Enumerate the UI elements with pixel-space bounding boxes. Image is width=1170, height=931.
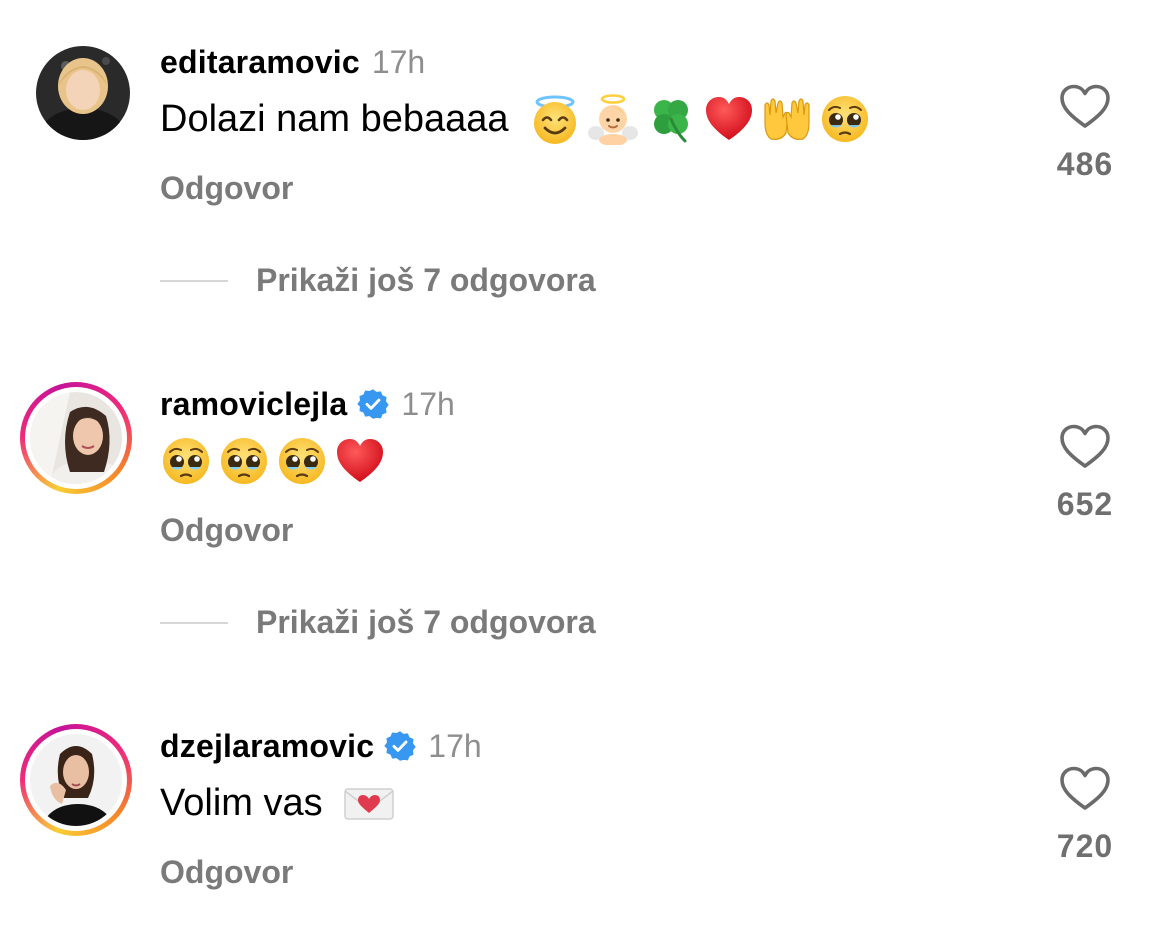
- username[interactable]: editaramovic: [160, 44, 360, 81]
- red-heart-icon: [334, 435, 386, 487]
- like-count: 652: [1056, 486, 1114, 522]
- avatar-image: [30, 392, 122, 484]
- pleading-face-icon: [819, 93, 871, 145]
- timestamp: 17h: [428, 727, 482, 764]
- four-leaf-clover-icon: [645, 93, 697, 145]
- username[interactable]: ramoviclejla: [160, 386, 347, 423]
- comment-text: Volim vas: [160, 778, 395, 828]
- verified-badge-icon: [384, 730, 416, 762]
- heart-outline-icon[interactable]: [1059, 424, 1111, 470]
- heart-outline-icon[interactable]: [1059, 84, 1111, 130]
- view-more-replies[interactable]: Prikaži još 7 odgovora: [160, 604, 596, 641]
- avatar-dzejlaramovic[interactable]: [20, 724, 132, 836]
- like-control: 486: [1040, 84, 1130, 183]
- verified-badge-icon: [357, 388, 389, 420]
- timestamp: 17h: [401, 385, 455, 422]
- like-control: 652: [1040, 424, 1130, 523]
- comment-header: ramoviclejla 17h: [160, 384, 455, 424]
- timestamp: 17h: [371, 43, 426, 80]
- like-count: 486: [1056, 146, 1114, 182]
- view-more-replies-label[interactable]: Prikaži još 7 odgovora: [256, 262, 596, 299]
- comment-text: [160, 436, 386, 486]
- comment-header: editaramovic 17h: [160, 42, 425, 82]
- avatar-image: [36, 46, 130, 140]
- pleading-face-icon: [276, 435, 328, 487]
- like-count: 720: [1056, 828, 1114, 864]
- avatar-ramoviclejla[interactable]: [20, 382, 132, 494]
- view-more-replies-label[interactable]: Prikaži još 7 odgovora: [256, 604, 596, 641]
- username[interactable]: dzejlaramovic: [160, 728, 374, 765]
- heart-outline-icon[interactable]: [1059, 766, 1111, 812]
- comment-header: dzejlaramovic 17h: [160, 726, 482, 766]
- baby-angel-icon: [587, 93, 639, 145]
- reply-button[interactable]: Odgovor: [160, 512, 293, 549]
- avatar-image: [30, 734, 122, 826]
- reply-button[interactable]: Odgovor: [160, 854, 293, 891]
- red-heart-icon: [703, 93, 755, 145]
- comment-body: Volim vas: [160, 781, 323, 824]
- comment-body: Dolazi nam bebaaaa: [160, 97, 509, 140]
- pleading-face-icon: [160, 435, 212, 487]
- divider-line: [160, 621, 228, 624]
- palms-up-together-icon: [761, 93, 813, 145]
- smiling-face-with-halo-icon: [529, 93, 581, 145]
- divider-line: [160, 279, 228, 282]
- like-control: 720: [1040, 766, 1130, 865]
- view-more-replies[interactable]: Prikaži još 7 odgovora: [160, 262, 596, 299]
- comment-text: Dolazi nam bebaaaa: [160, 93, 871, 145]
- pleading-face-icon: [218, 435, 270, 487]
- avatar-editaramovic[interactable]: [36, 46, 130, 140]
- love-letter-icon: [343, 777, 395, 829]
- reply-button[interactable]: Odgovor: [160, 170, 293, 207]
